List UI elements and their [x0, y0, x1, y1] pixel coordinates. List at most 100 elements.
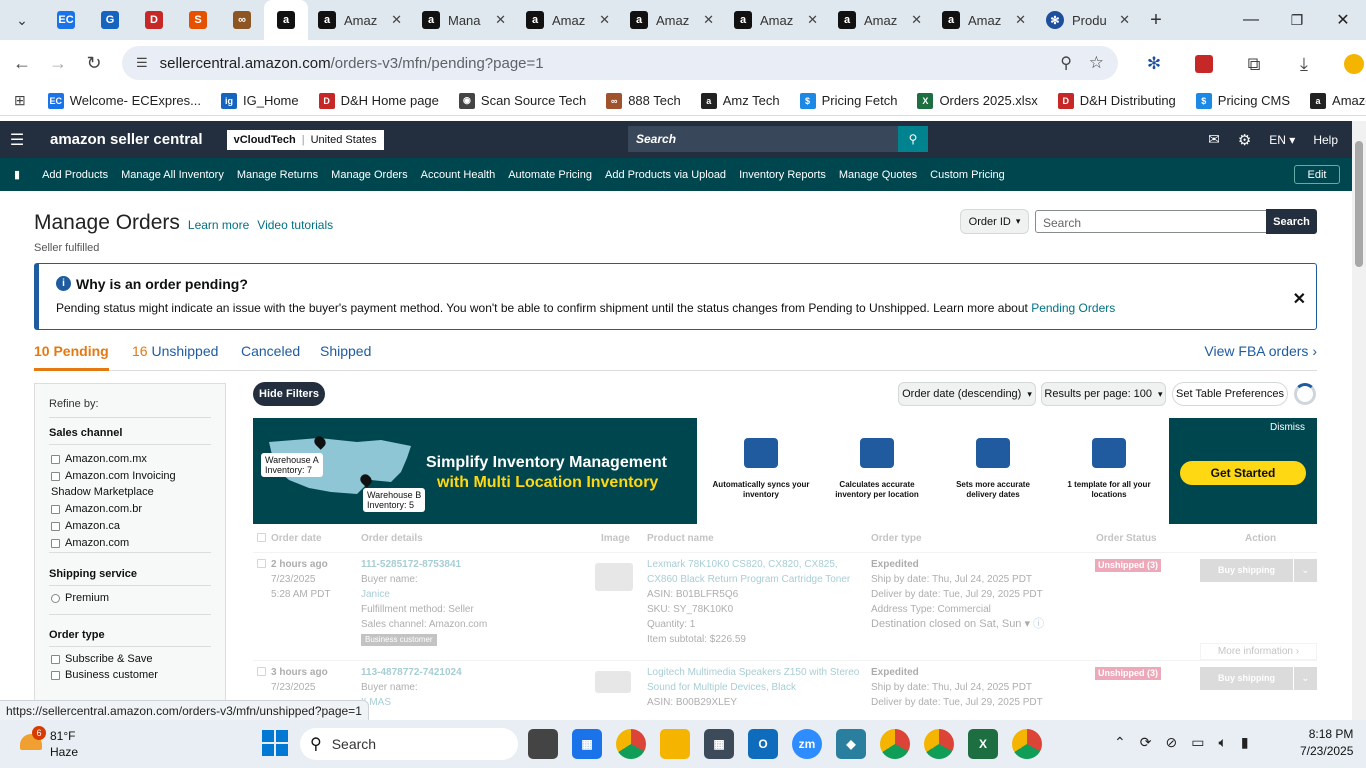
tab-search-button[interactable]: ⌄: [0, 0, 44, 40]
results-per-page-select[interactable]: Results per page: 100 ▾: [1041, 382, 1166, 406]
file-explorer-icon[interactable]: [660, 729, 690, 759]
sort-select[interactable]: Order date (descending) ▾: [898, 382, 1036, 406]
pending-orders-link[interactable]: Pending Orders: [1031, 301, 1115, 315]
weather-widget[interactable]: 6 81°F Haze: [18, 726, 108, 762]
dismiss-link[interactable]: Dismiss: [1270, 422, 1305, 433]
browser-tab[interactable]: ✻ Produ ✕: [1036, 0, 1140, 40]
pinned-tab-ig[interactable]: G: [88, 0, 132, 40]
hamburger-menu-button[interactable]: ☰: [0, 130, 34, 150]
view-fba-orders-link[interactable]: View FBA orders ›: [1204, 343, 1317, 359]
task-view-icon[interactable]: [528, 729, 558, 759]
pinned-tab-888[interactable]: ∞: [220, 0, 264, 40]
search-type-select[interactable]: Order ID ▾: [960, 209, 1029, 234]
mail-icon[interactable]: ✉: [1208, 131, 1220, 148]
browser-tab[interactable]: a Amaz ✕: [932, 0, 1036, 40]
product-title-link[interactable]: Logitech Multimedia Speakers Z150 with S…: [647, 665, 861, 695]
header-search-button[interactable]: ⚲: [898, 126, 928, 152]
buy-shipping-button[interactable]: Buy shipping: [1200, 559, 1293, 582]
hide-filters-button[interactable]: Hide Filters: [253, 382, 325, 406]
seller-central-logo[interactable]: amazon seller central: [50, 131, 203, 148]
browser-tab[interactable]: a Mana ✕: [412, 0, 516, 40]
more-information-link[interactable]: More information ›: [1200, 643, 1317, 660]
bookmark-item[interactable]: aAmazon: [1310, 92, 1366, 109]
nav-item[interactable]: Manage Quotes: [839, 169, 917, 181]
close-icon[interactable]: ✕: [1293, 289, 1306, 309]
chrome-profile-icon[interactable]: [924, 729, 954, 759]
select-all-checkbox[interactable]: [257, 533, 266, 542]
pdf-extension-button[interactable]: [1186, 46, 1222, 82]
network-off-icon[interactable]: ⊘: [1165, 734, 1177, 751]
close-icon[interactable]: ✕: [599, 12, 610, 28]
bookmark-item[interactable]: ◉ Scan Source Tech: [458, 92, 586, 109]
bookmark-item[interactable]: $ Pricing Fetch: [799, 92, 897, 109]
reload-button[interactable]: ↻: [76, 45, 112, 81]
row-checkbox[interactable]: [257, 559, 266, 568]
chrome-icon[interactable]: [616, 729, 646, 759]
tab-canceled[interactable]: Canceled: [241, 343, 300, 359]
get-started-button[interactable]: Get Started: [1180, 461, 1306, 485]
pinned-tab-s[interactable]: S: [176, 0, 220, 40]
outlook-icon[interactable]: O: [748, 729, 778, 759]
nav-item[interactable]: Manage Returns: [237, 169, 318, 181]
nav-item[interactable]: Inventory Reports: [739, 169, 826, 181]
sales-channel-option[interactable]: Amazon.com.br: [51, 501, 216, 517]
excel-icon[interactable]: X: [968, 729, 998, 759]
nav-item[interactable]: Account Health: [421, 169, 496, 181]
learn-more-link[interactable]: Learn more: [188, 218, 249, 232]
close-icon[interactable]: ✕: [495, 12, 506, 28]
zoom-icon[interactable]: ⚲: [1060, 53, 1072, 73]
sales-channel-option[interactable]: Amazon.ca: [51, 518, 216, 534]
downloads-button[interactable]: ⤓: [1286, 46, 1322, 82]
nav-item[interactable]: Automate Pricing: [508, 169, 592, 181]
bookmark-item[interactable]: a Amz Tech: [700, 92, 780, 109]
page-scrollbar[interactable]: [1352, 121, 1366, 720]
star-icon[interactable]: ☆: [1089, 53, 1104, 73]
scrollbar-thumb[interactable]: [1355, 141, 1363, 267]
apps-grid-icon[interactable]: ⊞: [14, 92, 26, 109]
nav-edit-button[interactable]: Edit: [1294, 165, 1340, 184]
browser-tab[interactable]: a Amaz ✕: [516, 0, 620, 40]
close-window-button[interactable]: ✕: [1320, 10, 1366, 30]
buy-shipping-button[interactable]: Buy shipping: [1200, 667, 1293, 690]
forward-button[interactable]: →: [40, 45, 76, 81]
bookmark-item[interactable]: D D&H Home page: [318, 92, 439, 109]
site-info-icon[interactable]: ☰: [136, 55, 148, 71]
tab-pending[interactable]: 10 Pending: [34, 343, 109, 371]
header-search-input[interactable]: Search: [628, 126, 898, 152]
product-title-link[interactable]: Lexmark 78K10K0 CS820, CX820, CX825, CX8…: [647, 557, 861, 587]
nav-item[interactable]: Custom Pricing: [930, 169, 1005, 181]
browser-tab[interactable]: a Amaz ✕: [620, 0, 724, 40]
extension-button[interactable]: ✻: [1136, 46, 1172, 82]
close-icon[interactable]: ✕: [1015, 12, 1026, 28]
browser-tab[interactable]: a Amaz ✕: [828, 0, 932, 40]
pinned-tab-ec[interactable]: EC: [44, 0, 88, 40]
order-type-subscribe[interactable]: Subscribe & Save: [51, 653, 152, 665]
volume-icon[interactable]: 🔈︎: [1218, 734, 1226, 751]
browser-tab[interactable]: a Amaz ✕: [724, 0, 828, 40]
maximize-button[interactable]: ❐: [1274, 12, 1320, 29]
tab-shipped[interactable]: Shipped: [320, 343, 371, 359]
action-dropdown-button[interactable]: ⌄: [1294, 667, 1317, 690]
order-type-business[interactable]: Business customer: [51, 669, 158, 681]
chrome-profile-icon[interactable]: [1012, 729, 1042, 759]
display-icon[interactable]: ▭: [1191, 734, 1204, 751]
language-selector[interactable]: EN ▾: [1269, 133, 1295, 147]
gear-icon[interactable]: ⚙: [1238, 131, 1251, 149]
extensions-menu-button[interactable]: ⧉: [1236, 46, 1272, 82]
nav-item[interactable]: Add Products: [42, 169, 108, 181]
video-tutorials-link[interactable]: Video tutorials: [257, 218, 333, 232]
url-bar[interactable]: ☰ sellercentral.amazon.com/orders-v3/mfn…: [122, 46, 1118, 80]
order-search-input[interactable]: Search: [1035, 210, 1267, 233]
row-checkbox[interactable]: [257, 667, 266, 676]
close-icon[interactable]: ✕: [703, 12, 714, 28]
pinned-tab-dh[interactable]: D: [132, 0, 176, 40]
close-icon[interactable]: ✕: [1119, 12, 1130, 28]
sales-channel-option[interactable]: Amazon.com: [51, 535, 216, 551]
new-tab-button[interactable]: +: [1140, 9, 1172, 32]
shipping-option-premium[interactable]: Premium: [51, 592, 109, 604]
close-icon[interactable]: ✕: [911, 12, 922, 28]
set-table-preferences-button[interactable]: Set Table Preferences: [1172, 382, 1288, 406]
browser-tab[interactable]: a Amaz ✕: [308, 0, 412, 40]
destination-closed-dropdown[interactable]: Destination closed on Sat, Sun ▾ ⓘ: [871, 617, 1091, 632]
bookmark-item[interactable]: D D&H Distributing: [1057, 92, 1176, 109]
